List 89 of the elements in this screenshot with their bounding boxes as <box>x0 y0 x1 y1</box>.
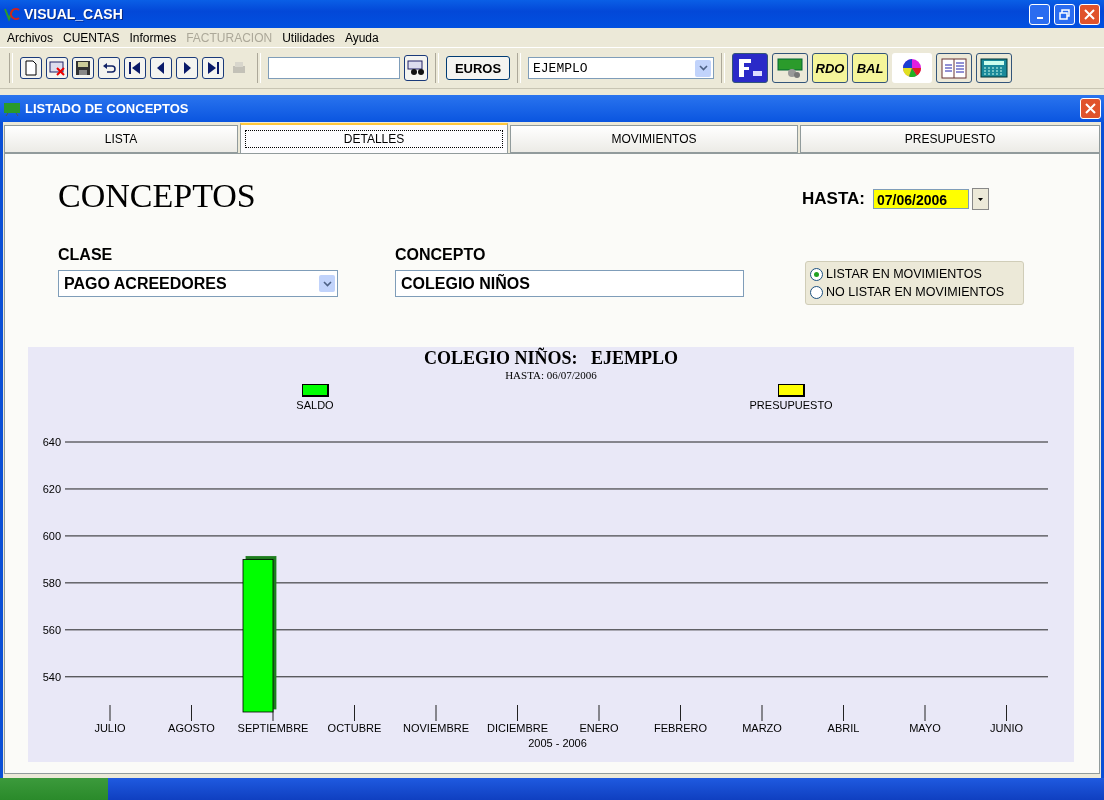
class-select[interactable]: PAGO ACREEDORES <box>58 270 338 297</box>
x-tick-label: NOVIEMBRE <box>403 722 469 734</box>
app-logo-icon <box>4 6 20 22</box>
save-button[interactable] <box>72 57 94 79</box>
x-tick-label: MARZO <box>742 722 782 734</box>
legend-label: SALDO <box>296 399 334 411</box>
floppy-icon <box>75 60 91 76</box>
ledger-button[interactable] <box>936 53 972 83</box>
undo-button[interactable] <box>98 57 120 79</box>
date-label: HASTA: <box>802 189 865 209</box>
tab[interactable]: DETALLES <box>240 123 508 153</box>
radio-label: NO LISTAR EN MOVIMIENTOS <box>826 285 1005 299</box>
calculator-icon <box>979 57 1009 79</box>
currency-button[interactable]: EUROS <box>446 56 510 80</box>
money-icon <box>775 56 805 80</box>
menu-item[interactable]: Ayuda <box>339 30 384 45</box>
x-tick-label: ENERO <box>579 722 619 734</box>
x-tick-label: MAYO <box>909 722 941 734</box>
search-button[interactable] <box>404 55 428 81</box>
x-tick-label: AGOSTO <box>168 722 215 734</box>
tab[interactable]: LISTA <box>4 125 238 153</box>
minimize-button[interactable] <box>1029 3 1050 25</box>
window-title: VISUAL_CASH <box>24 6 124 22</box>
x-tick-label: OCTUBRE <box>327 722 382 734</box>
restore-icon <box>1059 8 1070 20</box>
previous-button[interactable] <box>150 57 172 79</box>
calculator-button[interactable] <box>976 53 1012 83</box>
chart-button[interactable] <box>892 53 932 83</box>
x-tick-label: JUNIO <box>990 722 1023 734</box>
x-tick-label: DICIEMBRE <box>486 722 549 734</box>
menu-item[interactable]: Informes <box>124 30 182 45</box>
fs-button[interactable] <box>732 53 768 83</box>
y-tick-label: 540 <box>42 670 61 683</box>
report-button[interactable]: BAL <box>852 53 888 83</box>
y-tick-label: 600 <box>42 529 61 542</box>
chart-title: COLEGIO NIÑOS: EJEMPLO <box>424 348 678 369</box>
last-icon <box>205 60 221 76</box>
close-button[interactable] <box>1080 98 1101 119</box>
x-tick-label: JULIO <box>94 722 126 734</box>
undo-icon <box>101 60 117 76</box>
new-button[interactable] <box>20 57 42 79</box>
delete-button[interactable] <box>46 57 68 79</box>
company-select[interactable]: EJEMPLO <box>528 57 714 79</box>
menu-item[interactable]: Archivos <box>2 30 58 45</box>
first-icon <box>127 60 143 76</box>
last-button[interactable] <box>202 57 224 79</box>
date-field[interactable]: 07/06/2006 <box>873 189 969 209</box>
heading: CONCEPTOS <box>58 177 256 215</box>
legend-label: PRESUPUESTO <box>749 399 833 411</box>
printer-icon <box>231 60 247 76</box>
x-tick-label: ABRIL <box>827 722 860 734</box>
x-axis-label: 2005 - 2006 <box>528 737 587 749</box>
class-label: CLASE <box>58 246 114 264</box>
radio-label: LISTAR EN MOVIMIENTOS <box>826 267 982 281</box>
report-button[interactable]: RDO <box>812 53 848 83</box>
document-icon <box>24 60 38 76</box>
table-delete-icon <box>49 60 65 76</box>
close-icon <box>1085 103 1096 114</box>
concept-label: CONCEPTO <box>395 246 487 264</box>
minimize-icon <box>1036 17 1043 19</box>
close-icon <box>1084 8 1095 20</box>
menu-item[interactable]: CUENTAS <box>58 30 125 45</box>
search-field[interactable] <box>268 57 400 79</box>
start-button[interactable] <box>0 778 108 800</box>
radio-button[interactable] <box>810 267 823 281</box>
chart-subtitle: HASTA: 06/07/2006 <box>505 369 597 381</box>
concept-field[interactable]: COLEGIO NIÑOS <box>395 270 744 297</box>
close-button[interactable] <box>1079 3 1100 25</box>
child-window-title: LISTADO DE CONCEPTOS <box>25 101 190 116</box>
money-button[interactable] <box>772 53 808 83</box>
next-button[interactable] <box>176 57 198 79</box>
chevron-down-icon <box>698 65 708 71</box>
menu-item[interactable]: Utilidades <box>277 30 340 45</box>
first-button[interactable] <box>124 57 146 79</box>
book-icon <box>940 56 968 80</box>
binoculars-icon <box>407 60 425 76</box>
date-dropdown-button[interactable] <box>972 188 989 210</box>
chevron-down-icon <box>322 280 332 287</box>
caret-down-icon <box>978 197 983 201</box>
tab[interactable]: MOVIMIENTOS <box>510 125 798 153</box>
x-tick-label: FEBRERO <box>653 722 708 734</box>
y-tick-label: 580 <box>42 576 61 589</box>
radio-button[interactable] <box>810 285 823 299</box>
x-tick-label: SEPTIEMBRE <box>237 722 309 734</box>
tab[interactable]: PRESUPUESTO <box>800 125 1100 153</box>
restore-button[interactable] <box>1054 3 1075 25</box>
y-tick-label: 620 <box>42 482 61 495</box>
y-tick-label: 560 <box>42 623 61 636</box>
y-tick-label: 640 <box>42 436 61 448</box>
